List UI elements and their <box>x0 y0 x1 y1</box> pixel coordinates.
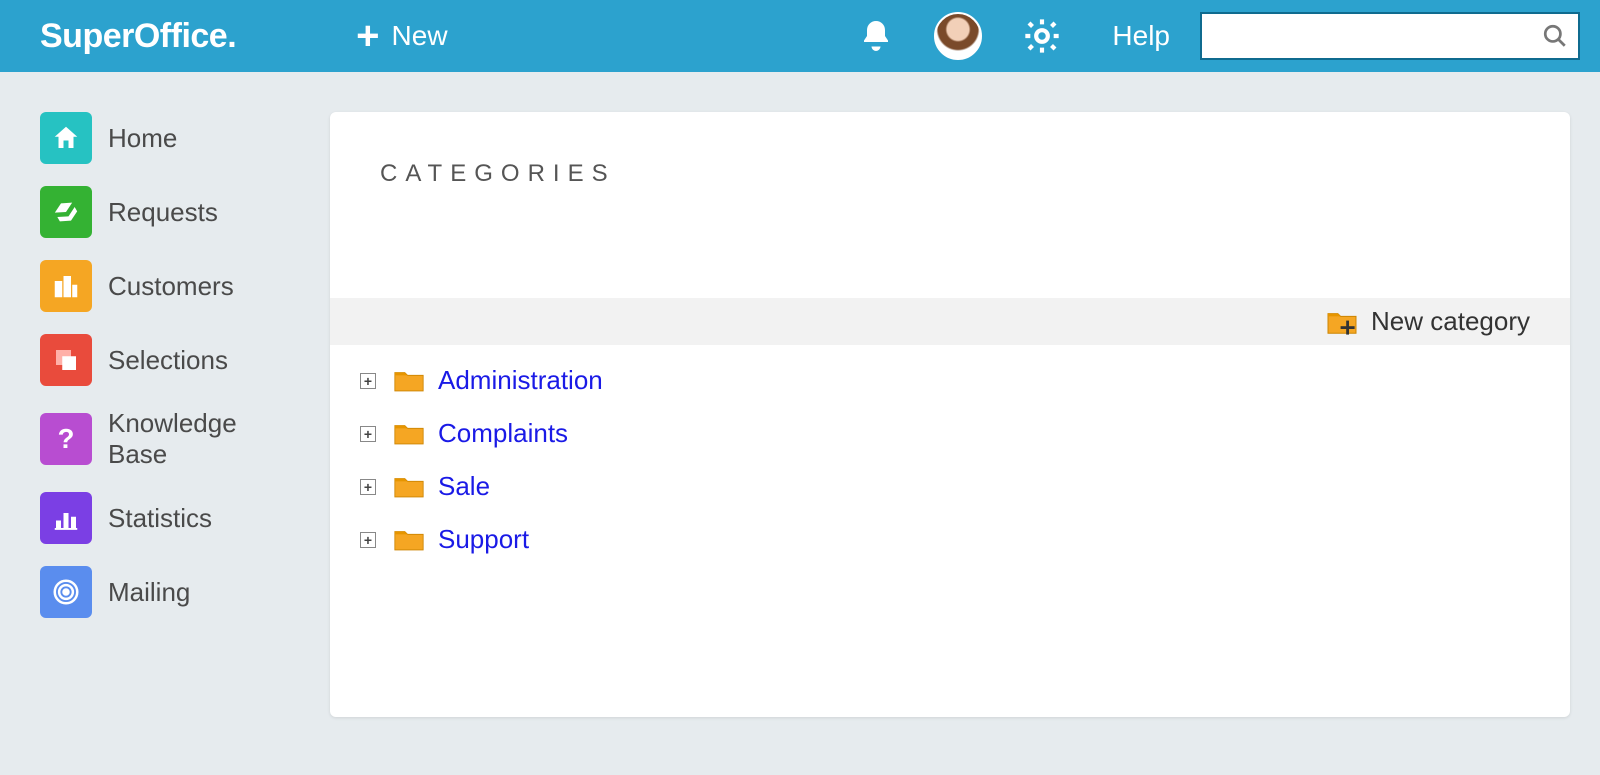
home-icon <box>40 112 92 164</box>
new-button[interactable]: + New <box>356 16 447 56</box>
search-icon[interactable] <box>1542 23 1568 49</box>
expand-icon[interactable]: + <box>360 479 376 495</box>
folder-icon <box>392 527 426 553</box>
sidebar-item-label: Mailing <box>108 577 190 608</box>
page-title: CATEGORIES <box>380 160 1520 188</box>
tree-item-label: Sale <box>438 471 490 502</box>
sidebar-item-requests[interactable]: Requests <box>40 186 300 238</box>
brand-logo: SuperOffice. <box>40 17 236 56</box>
folder-icon <box>392 421 426 447</box>
expand-icon[interactable]: + <box>360 373 376 389</box>
brand-text: SuperOffice <box>40 17 227 56</box>
category-tree: + Administration + Complaints + Sale <box>330 345 1570 597</box>
sidebar: Home Requests Customers Selections ? Kno… <box>40 112 300 717</box>
plus-icon: + <box>356 16 379 56</box>
tree-item-label: Administration <box>438 365 603 396</box>
sidebar-item-customers[interactable]: Customers <box>40 260 300 312</box>
brand-dot: . <box>227 17 236 56</box>
user-avatar[interactable] <box>934 12 982 60</box>
new-category-label: New category <box>1371 306 1530 337</box>
folder-icon <box>392 474 426 500</box>
tree-item-label: Support <box>438 524 529 555</box>
tree-item[interactable]: + Complaints <box>360 418 1540 449</box>
expand-icon[interactable]: + <box>360 532 376 548</box>
sidebar-item-mailing[interactable]: Mailing <box>40 566 300 618</box>
panel-header: CATEGORIES <box>330 112 1570 218</box>
settings-icon[interactable] <box>1022 16 1062 56</box>
folder-icon <box>392 368 426 394</box>
sidebar-item-label: Selections <box>108 345 228 376</box>
tree-item-label: Complaints <box>438 418 568 449</box>
chart-icon <box>40 492 92 544</box>
folder-add-icon <box>1325 308 1359 336</box>
new-button-label: New <box>392 20 448 52</box>
sidebar-item-statistics[interactable]: Statistics <box>40 492 300 544</box>
svg-text:?: ? <box>58 424 75 454</box>
avatar-image <box>934 12 982 60</box>
question-icon: ? <box>40 413 92 465</box>
sidebar-item-knowledge-base[interactable]: ? Knowledge Base <box>40 408 300 470</box>
tree-item[interactable]: + Support <box>360 524 1540 555</box>
ticket-icon <box>40 186 92 238</box>
help-link[interactable]: Help <box>1112 20 1170 52</box>
sidebar-item-label: Requests <box>108 197 218 228</box>
tree-item[interactable]: + Sale <box>360 471 1540 502</box>
search-input[interactable] <box>1212 14 1542 58</box>
squares-icon <box>40 334 92 386</box>
sidebar-item-selections[interactable]: Selections <box>40 334 300 386</box>
tree-item[interactable]: + Administration <box>360 365 1540 396</box>
content-area: Home Requests Customers Selections ? Kno… <box>0 72 1600 747</box>
buildings-icon <box>40 260 92 312</box>
toolbar: New category <box>330 298 1570 345</box>
sidebar-item-label: Statistics <box>108 503 212 534</box>
sidebar-item-home[interactable]: Home <box>40 112 300 164</box>
sidebar-item-label: Customers <box>108 271 234 302</box>
new-category-button[interactable]: New category <box>1325 306 1530 337</box>
notifications-icon[interactable] <box>858 18 894 54</box>
sidebar-item-label: Home <box>108 123 177 154</box>
search-box[interactable] <box>1200 12 1580 60</box>
top-bar: SuperOffice. + New Help <box>0 0 1600 72</box>
expand-icon[interactable]: + <box>360 426 376 442</box>
sidebar-item-label: Knowledge Base <box>108 408 300 470</box>
target-icon <box>40 566 92 618</box>
main-panel: CATEGORIES New category <box>330 112 1570 717</box>
